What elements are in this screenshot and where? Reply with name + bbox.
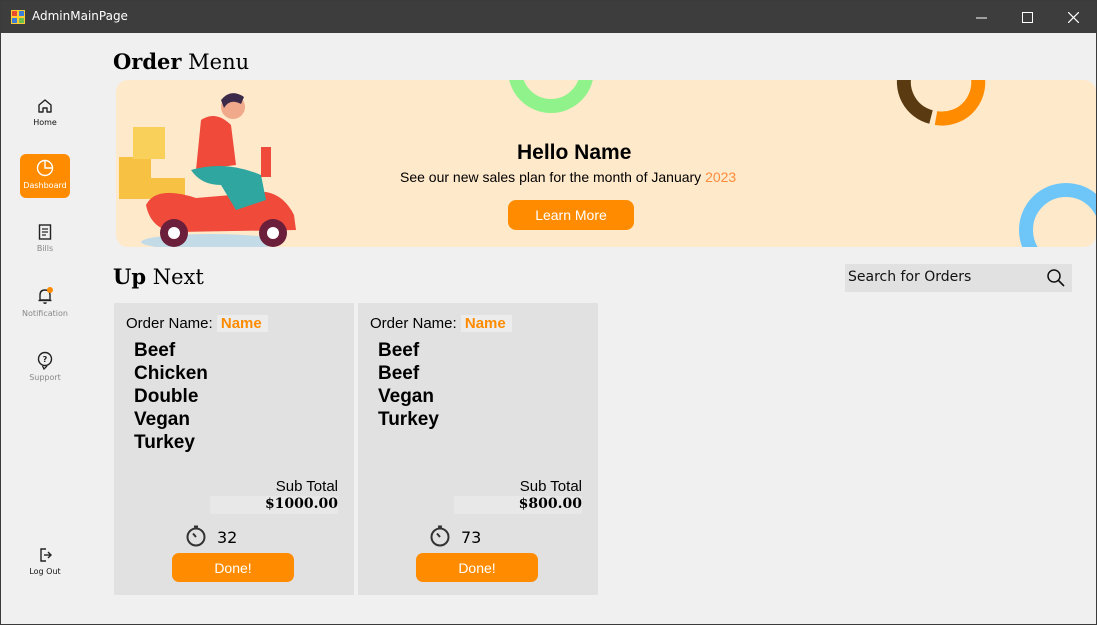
search-input[interactable] xyxy=(845,264,1038,290)
svg-text:?: ? xyxy=(43,355,48,364)
order-name: Order Name: Name xyxy=(126,315,268,332)
bell-icon xyxy=(38,287,53,304)
support-icon: ? xyxy=(37,351,53,370)
home-icon xyxy=(38,99,52,113)
sidebar-item-notification[interactable]: Notification xyxy=(20,286,70,330)
bill-icon xyxy=(38,224,52,240)
banner-subtitle: See our new sales plan for the month of … xyxy=(400,169,736,185)
search-icon[interactable] xyxy=(1046,268,1066,288)
banner-subtitle-text: See our new sales plan for the month of … xyxy=(400,169,702,185)
sidebar-item-support[interactable]: ? Support xyxy=(20,350,70,394)
order-item: Vegan xyxy=(134,409,190,430)
minimize-icon xyxy=(975,17,987,18)
order-item: Double xyxy=(134,386,199,407)
sidebar-item-label: Dashboard xyxy=(23,181,67,190)
sidebar-item-home[interactable]: Home xyxy=(20,95,70,139)
sidebar-item-label: Support xyxy=(29,373,61,382)
sidebar-item-label: Bills xyxy=(36,244,54,253)
order-name-label: Order Name: xyxy=(370,315,457,332)
order-item: Beef xyxy=(378,363,420,384)
pie-chart-icon xyxy=(36,159,54,177)
app-icon xyxy=(11,10,25,24)
app-window: AdminMainPage Home Dashboard Bills Notif… xyxy=(0,0,1097,625)
order-item: Beef xyxy=(378,340,420,361)
maximize-button[interactable] xyxy=(1004,1,1050,33)
order-card: Order Name: Name Beef Beef Vegan Turkey … xyxy=(358,303,598,595)
sidebar-item-label: Notification xyxy=(22,309,68,318)
section-title: Up Next xyxy=(113,264,204,289)
sidebar-item-dashboard[interactable]: Dashboard xyxy=(20,154,70,198)
page-title-bold: Order xyxy=(113,49,182,74)
order-item: Chicken xyxy=(134,363,208,384)
title-bar: AdminMainPage xyxy=(1,1,1096,33)
close-icon xyxy=(1067,11,1079,23)
logout-button[interactable]: Log Out xyxy=(20,546,70,590)
logout-label: Log Out xyxy=(29,567,61,576)
section-title-bold: Up xyxy=(113,264,146,289)
section-title-regular: Next xyxy=(152,265,204,289)
order-name-value: Name xyxy=(216,315,268,332)
order-item: Turkey xyxy=(134,432,195,453)
close-button[interactable] xyxy=(1050,1,1096,33)
order-item: Beef xyxy=(134,340,176,361)
banner-greeting: Hello Name xyxy=(517,141,632,164)
done-button[interactable]: Done! xyxy=(172,553,294,582)
minimize-button[interactable] xyxy=(958,1,1004,33)
subtotal-label: Sub Total xyxy=(519,478,582,495)
timer-value: 73 xyxy=(461,528,482,547)
order-item: Vegan xyxy=(378,386,434,407)
subtotal-label: Sub Total xyxy=(275,478,338,495)
banner-year: 2023 xyxy=(705,169,737,185)
search-box xyxy=(845,264,1072,292)
sidebar-item-label: Home xyxy=(33,118,57,127)
page-title-regular: Menu xyxy=(188,50,250,74)
order-card: Order Name: Name Beef Chicken Double Veg… xyxy=(114,303,354,595)
done-button[interactable]: Done! xyxy=(416,553,538,582)
order-name-label: Order Name: xyxy=(126,315,213,332)
order-items: Beef Beef Vegan Turkey xyxy=(378,339,439,431)
window-title: AdminMainPage xyxy=(32,9,128,23)
page-title: Order Menu xyxy=(113,49,249,74)
subtotal-value: $800.00 xyxy=(454,496,582,514)
logout-icon xyxy=(40,548,52,562)
subtotal-value: $1000.00 xyxy=(210,496,338,514)
maximize-icon xyxy=(1021,11,1033,23)
order-item: Turkey xyxy=(378,409,439,430)
order-name-value: Name xyxy=(460,315,512,332)
learn-more-button[interactable]: Learn More xyxy=(508,200,634,230)
timer-icon xyxy=(430,525,450,547)
timer-value: 32 xyxy=(217,528,238,547)
order-name: Order Name: Name xyxy=(370,315,512,332)
order-items: Beef Chicken Double Vegan Turkey xyxy=(134,339,208,454)
timer-icon xyxy=(186,525,206,547)
sidebar-item-bills[interactable]: Bills xyxy=(20,222,70,266)
